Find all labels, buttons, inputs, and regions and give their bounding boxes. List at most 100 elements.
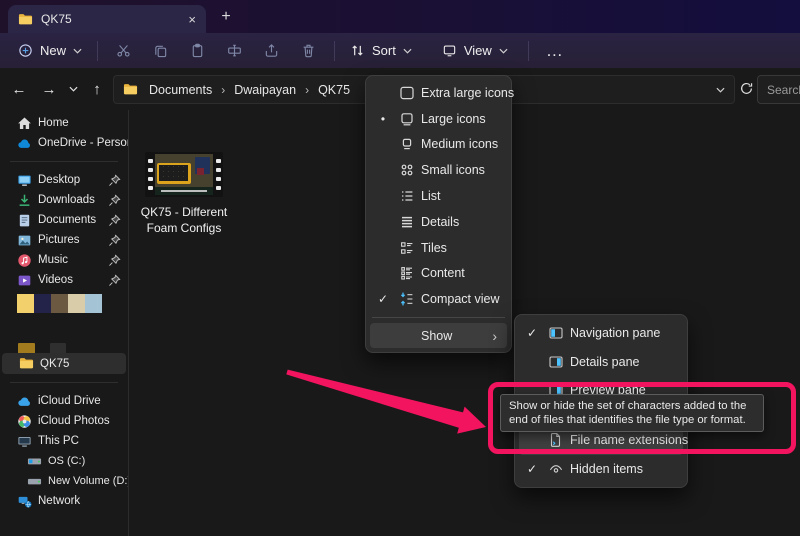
breadcrumb-label[interactable]: QK75 (314, 81, 354, 99)
sort-button[interactable]: Sort (342, 37, 420, 64)
sidebar-item-this-pc[interactable]: This PC (0, 431, 128, 451)
menu-item-compact-view[interactable]: ✓ Compact view (370, 286, 507, 312)
sidebar-item-label: Videos (38, 274, 73, 286)
menu-item-extra-large-icons[interactable]: Extra large icons (370, 80, 507, 106)
md-icons-icon (396, 136, 418, 152)
up-button[interactable]: ↑ (84, 68, 110, 110)
sidebar-item-music[interactable]: Music (0, 250, 128, 270)
sidebar-separator (10, 161, 118, 162)
sort-label: Sort (372, 43, 396, 58)
tab-close-icon[interactable]: × (188, 13, 196, 26)
rename-button[interactable] (216, 38, 253, 63)
cut-button[interactable] (105, 38, 142, 63)
explorer-tab[interactable]: QK75 × (8, 5, 206, 33)
breadcrumb-item[interactable]: Dwaipayan › (230, 81, 314, 99)
download-icon (17, 193, 32, 208)
list-view-icon (396, 188, 418, 204)
sidebar-item-home[interactable]: Home (0, 113, 128, 133)
menu-item-tiles[interactable]: Tiles (370, 235, 507, 261)
video-icon (17, 273, 32, 288)
menu-item-content[interactable]: Content (370, 261, 507, 287)
sidebar-item-onedrive-personal[interactable]: OneDrive - Personal (0, 133, 128, 153)
share-icon (264, 43, 279, 58)
menu-item-state-mark: ✓ (519, 326, 545, 340)
breadcrumb-item[interactable]: QK75 (314, 81, 354, 99)
partial-folder-thumbnails (0, 343, 128, 353)
chevron-down-icon (403, 48, 412, 54)
menu-item-show[interactable]: Show › (370, 323, 507, 348)
sidebar-item-qk75[interactable]: QK75 (2, 353, 126, 374)
sidebar-item-label: Documents (38, 214, 96, 226)
sidebar-item-label: iCloud Drive (38, 395, 101, 407)
sidebar-item-documents[interactable]: Documents (0, 210, 128, 230)
sidebar-separator (10, 382, 118, 383)
filmstrip-holes-right (213, 152, 223, 197)
menu-item-small-icons[interactable]: Small icons (370, 157, 507, 183)
sidebar-item-pictures[interactable]: Pictures (0, 230, 128, 250)
new-button[interactable]: New (10, 37, 90, 64)
sidebar-item-label: Pictures (38, 234, 80, 246)
file-item[interactable]: QK75 - Different Foam Configs (134, 152, 234, 236)
pin-icon (108, 254, 121, 267)
chevron-down-icon (716, 87, 725, 93)
refresh-icon (739, 81, 754, 96)
sidebar-item-icloud-photos[interactable]: iCloud Photos (0, 411, 128, 431)
paste-icon (190, 43, 205, 58)
sidebar-item-new-volume-d[interactable]: New Volume (D:) (0, 471, 128, 491)
forward-button[interactable]: → (36, 68, 62, 110)
sidebar-item-icloud-drive[interactable]: iCloud Drive (0, 391, 128, 411)
sidebar-item-desktop[interactable]: Desktop (0, 170, 128, 190)
chevron-down-icon (69, 86, 78, 92)
folder-icon (123, 82, 138, 97)
menu-item-list[interactable]: List (370, 183, 507, 209)
menu-item-state-mark: ✓ (519, 462, 545, 476)
menu-item-details[interactable]: Details (370, 209, 507, 235)
menu-item-large-icons[interactable]: • Large icons (370, 106, 507, 132)
history-chevron-button[interactable] (60, 68, 86, 110)
sidebar-item-label: QK75 (40, 358, 69, 370)
color-swatch-row (0, 294, 128, 313)
onedrive-icon (17, 136, 32, 151)
menu-item-label: Navigation pane (570, 326, 660, 340)
sidebar-item-os-c[interactable]: OS (C:) (0, 451, 128, 471)
menu-item-medium-icons[interactable]: Medium icons (370, 132, 507, 158)
music-icon (17, 253, 32, 268)
folder-icon (19, 356, 34, 371)
command-toolbar: New Sort View … (0, 33, 800, 68)
search-input[interactable]: Search (757, 75, 800, 104)
menu-item-label: Details (421, 215, 459, 229)
back-button[interactable]: ← (6, 68, 32, 110)
view-icon (442, 43, 457, 58)
share-button[interactable] (253, 38, 290, 63)
menu-item-label: Details pane (570, 355, 640, 369)
refresh-button[interactable] (739, 81, 754, 96)
copy-button[interactable] (142, 38, 179, 63)
tab-title: QK75 (41, 12, 72, 26)
lg-icons-icon (396, 111, 418, 127)
delete-button[interactable] (290, 38, 327, 63)
breadcrumb-label[interactable]: Dwaipayan (230, 81, 300, 99)
icloud-icon (17, 394, 32, 409)
pin-icon (108, 214, 121, 227)
breadcrumb-label[interactable]: Documents (145, 81, 216, 99)
menu-item-navigation-pane[interactable]: ✓ Navigation pane (519, 319, 683, 347)
home-icon (17, 116, 32, 131)
address-dropdown-button[interactable] (716, 87, 725, 93)
more-options-button[interactable]: … (536, 41, 574, 61)
file-name-label: QK75 - Different Foam Configs (134, 204, 234, 236)
sidebar-item-label: New Volume (D:) (48, 475, 128, 487)
new-tab-button[interactable]: + (214, 7, 238, 29)
search-placeholder: Search (767, 83, 800, 97)
breadcrumb-item[interactable]: Documents › (145, 81, 230, 99)
paste-button[interactable] (179, 38, 216, 63)
menu-item-hidden-items[interactable]: ✓ Hidden items (519, 455, 683, 483)
view-button[interactable]: View (434, 37, 516, 64)
details-view-icon (396, 214, 418, 230)
sidebar-item-videos[interactable]: Videos (0, 270, 128, 290)
hidden-eye-icon (545, 461, 567, 477)
sidebar-item-downloads[interactable]: Downloads (0, 190, 128, 210)
menu-item-details-pane[interactable]: Details pane (519, 347, 683, 375)
sidebar-item-label: OS (C:) (48, 455, 85, 467)
content-view-icon (396, 265, 418, 281)
sidebar-item-network[interactable]: Network (0, 491, 128, 511)
